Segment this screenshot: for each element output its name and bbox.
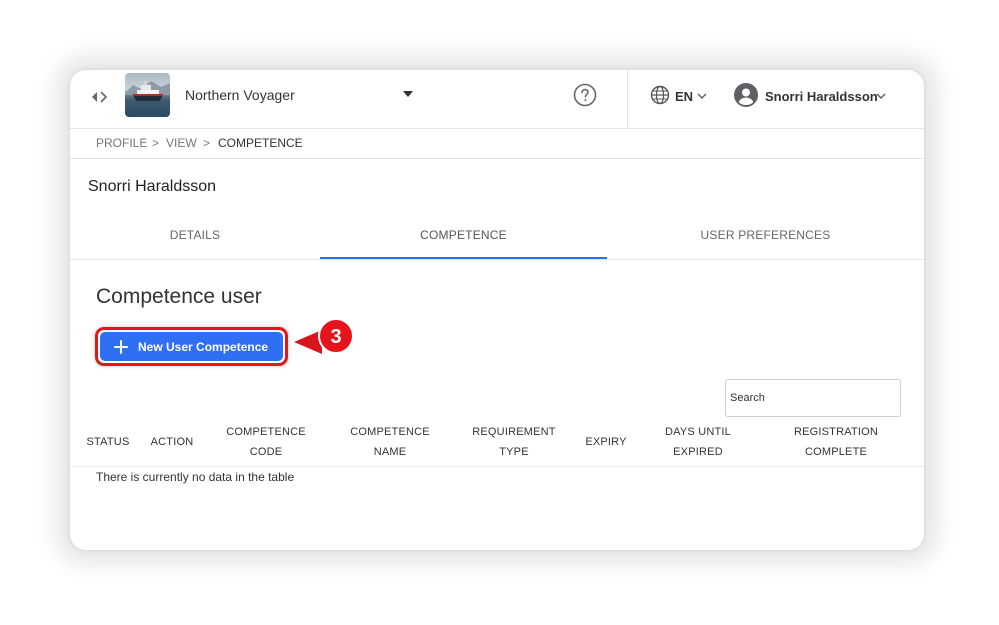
search-input[interactable]	[725, 379, 901, 417]
header-divider	[627, 70, 628, 128]
tab-competence[interactable]: COMPETENCE	[320, 212, 607, 259]
chevron-down-icon[interactable]	[697, 92, 707, 100]
breadcrumb-profile[interactable]: PROFILE	[96, 136, 147, 150]
column-days-until-expired[interactable]: DAYS UNTIL EXPIRED	[653, 420, 743, 464]
language-selector[interactable]: EN	[675, 89, 693, 104]
column-status[interactable]: STATUS	[80, 420, 136, 464]
column-requirement-type[interactable]: REQUIREMENT TYPE	[468, 420, 560, 464]
new-user-competence-button[interactable]: New User Competence	[100, 332, 283, 361]
top-header: Northern Voyager EN Snorri Haraldsson	[70, 70, 924, 129]
nav-toggle-icon[interactable]	[90, 88, 108, 106]
tab-details[interactable]: DETAILS	[70, 212, 320, 259]
active-tab-indicator	[320, 257, 607, 259]
caret-down-icon[interactable]	[403, 91, 413, 97]
profile-card: Northern Voyager EN Snorri Haraldsson PR…	[70, 70, 924, 550]
breadcrumb-view[interactable]: VIEW	[166, 136, 197, 150]
breadcrumb-separator: >	[203, 136, 211, 150]
vessel-image	[125, 73, 170, 117]
help-circle-icon[interactable]	[573, 83, 597, 107]
tab-user-preferences[interactable]: USER PREFERENCES	[607, 212, 924, 259]
table-empty-message: There is currently no data in the table	[96, 470, 295, 484]
vessel-name[interactable]: Northern Voyager	[185, 87, 295, 103]
table-header: STATUS ACTION COMPETENCE CODE COMPETENCE N…	[70, 420, 924, 467]
account-circle-icon[interactable]	[734, 83, 758, 107]
column-action[interactable]: ACTION	[146, 420, 198, 464]
new-user-competence-label: New User Competence	[138, 339, 269, 354]
tab-bar: DETAILS COMPETENCE USER PREFERENCES	[70, 212, 924, 260]
globe-icon[interactable]	[650, 85, 670, 105]
column-registration-complete[interactable]: REGISTRATION COMPLETE	[786, 420, 886, 464]
user-menu[interactable]: Snorri Haraldsson	[765, 89, 878, 104]
column-competence-name[interactable]: COMPETENCE NAME	[345, 420, 435, 464]
profile-name: Snorri Haraldsson	[88, 178, 217, 195]
column-competence-code[interactable]: COMPETENCE CODE	[220, 420, 312, 464]
breadcrumb: PROFILE > VIEW > COMPETENCE	[70, 129, 924, 159]
step-callout-badge: 3	[294, 318, 354, 354]
column-expiry[interactable]: EXPIRY	[580, 420, 632, 464]
section-title: Competence user	[96, 285, 262, 308]
breadcrumb-separator: >	[152, 136, 160, 150]
plus-icon	[114, 339, 128, 354]
breadcrumb-competence: COMPETENCE	[218, 136, 303, 150]
step-number: 3	[330, 326, 341, 348]
chevron-down-icon[interactable]	[876, 92, 886, 100]
